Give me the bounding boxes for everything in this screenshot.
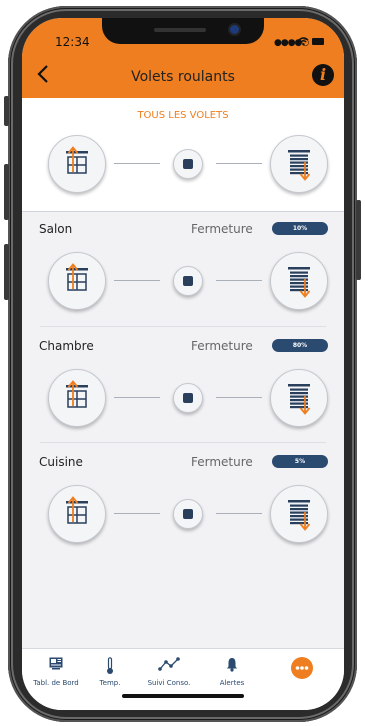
room-divider — [40, 442, 326, 443]
close-button[interactable] — [270, 369, 328, 427]
tab-temperature[interactable]: Temp. — [88, 649, 132, 699]
open-shutter-icon — [66, 496, 88, 524]
connector-line — [114, 280, 160, 281]
connector-line — [114, 397, 160, 398]
room-controls — [22, 369, 344, 429]
connector-line — [216, 280, 262, 281]
app-screen: 12:34 ●●●●○ Volets roulants i TOUS LES V… — [22, 18, 344, 710]
connector-line — [216, 513, 262, 514]
connector-line — [216, 397, 262, 398]
thermometer-icon — [107, 657, 113, 674]
open-button[interactable] — [48, 252, 106, 310]
bell-icon — [227, 658, 237, 672]
open-shutter-icon — [66, 263, 88, 291]
phone-notch — [102, 18, 264, 44]
closure-percent-badge: 5% — [272, 455, 328, 468]
close-shutter-icon — [288, 150, 311, 181]
room-action: Fermeture — [191, 222, 253, 236]
dashboard-icon — [49, 657, 63, 670]
tab-consumption[interactable]: Suivi Conso. — [140, 649, 198, 699]
status-icons: ●●●●○ — [274, 37, 326, 48]
all-shutters-panel: TOUS LES VOLETS — [22, 98, 344, 212]
all-shutters-label: TOUS LES VOLETS — [137, 110, 229, 121]
close-shutter-icon — [288, 500, 311, 531]
status-time: 12:34 — [55, 35, 90, 49]
all-shutters-controls — [22, 135, 344, 195]
consumption-chart-icon — [158, 657, 180, 671]
tab-label: Alertes — [219, 679, 245, 687]
stop-all-button[interactable] — [173, 149, 203, 179]
connector-line — [114, 163, 160, 164]
open-shutter-icon — [66, 146, 88, 174]
closure-percent-badge: 80% — [272, 339, 328, 352]
close-button[interactable] — [270, 252, 328, 310]
more-icon — [291, 657, 313, 679]
open-all-button[interactable] — [48, 135, 106, 193]
close-shutter-icon — [288, 384, 311, 415]
battery-icon — [312, 38, 324, 45]
room-salon: Salon Fermeture 10% — [22, 212, 344, 327]
open-shutter-icon — [66, 380, 88, 408]
tab-alerts[interactable]: Alertes — [210, 649, 254, 699]
home-indicator — [122, 694, 244, 698]
room-name: Cuisine — [39, 455, 83, 469]
open-button[interactable] — [48, 485, 106, 543]
tab-label: Tabl. de Bord — [33, 679, 79, 687]
stop-icon — [183, 393, 193, 403]
info-icon[interactable]: i — [312, 64, 334, 86]
room-action: Fermeture — [191, 455, 253, 469]
room-cuisine: Cuisine Fermeture 5% — [22, 445, 344, 560]
tab-label: Temp. — [99, 679, 121, 687]
tab-dashboard[interactable]: Tabl. de Bord — [28, 649, 84, 699]
connector-line — [216, 163, 262, 164]
stop-button[interactable] — [173, 499, 203, 529]
connector-line — [114, 513, 160, 514]
room-action: Fermeture — [191, 339, 253, 353]
close-all-button[interactable] — [270, 135, 328, 193]
stop-icon — [183, 159, 193, 169]
volume-up-button — [4, 164, 9, 220]
close-shutter-icon — [288, 267, 311, 298]
close-button[interactable] — [270, 485, 328, 543]
room-divider — [40, 326, 326, 327]
closure-percent-badge: 10% — [272, 222, 328, 235]
wifi-icon — [298, 37, 309, 46]
room-name: Salon — [39, 222, 73, 236]
room-controls — [22, 252, 344, 312]
volume-down-button — [4, 244, 9, 300]
open-button[interactable] — [48, 369, 106, 427]
page-title: Volets roulants — [131, 69, 235, 85]
room-controls — [22, 485, 344, 545]
bottom-tab-bar: Tabl. de Bord Temp. Suivi Conso. Alertes — [22, 648, 344, 710]
mute-switch — [4, 96, 9, 126]
stop-button[interactable] — [173, 383, 203, 413]
stop-icon — [183, 276, 193, 286]
tab-more[interactable] — [280, 649, 324, 699]
stop-icon — [183, 509, 193, 519]
stop-button[interactable] — [173, 266, 203, 296]
room-chambre: Chambre Fermeture 80% — [22, 329, 344, 444]
power-button — [356, 200, 361, 280]
tab-label: Suivi Conso. — [147, 679, 191, 687]
room-name: Chambre — [39, 339, 94, 353]
